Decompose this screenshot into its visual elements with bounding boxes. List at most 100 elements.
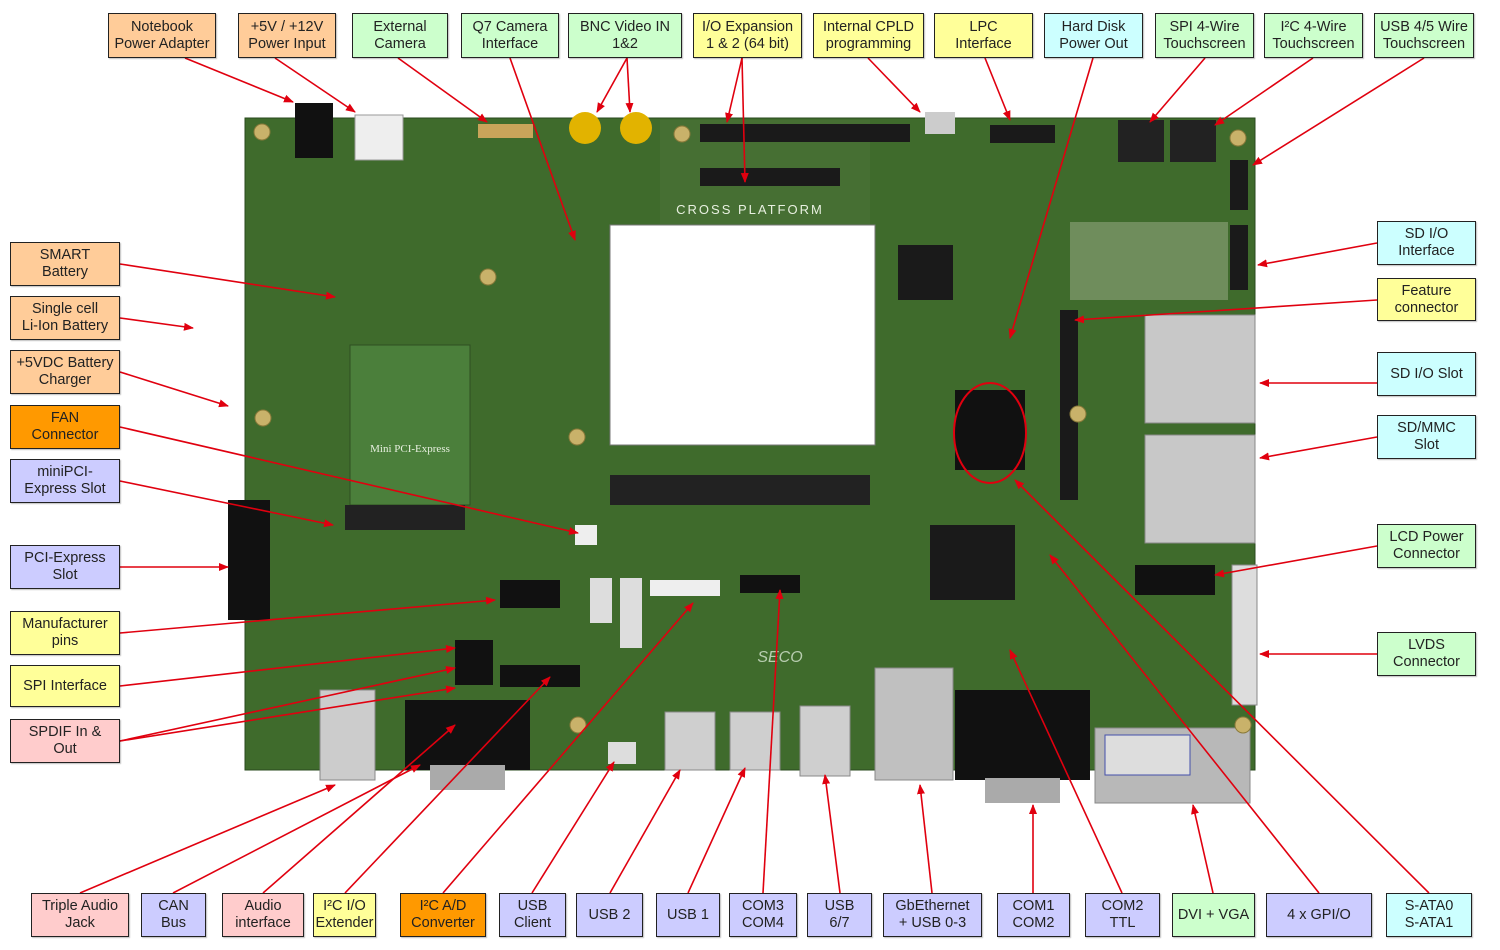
main-chip — [930, 525, 1015, 600]
callout-arrow — [1259, 436, 1378, 461]
lcd-power-header — [1135, 565, 1215, 595]
label-line: COM1 — [1012, 898, 1055, 914]
label-bnc-video-in: BNC Video IN 1&2 — [568, 13, 682, 58]
label-line: External — [373, 18, 427, 35]
label-notebook-power-adapter: Notebook Power Adapter — [108, 13, 216, 58]
label-line: I²C A/D — [419, 898, 467, 914]
label-line: FAN — [50, 410, 80, 426]
label-lvds-connector: LVDS Connector — [1377, 632, 1476, 676]
feature-header — [1060, 310, 1078, 500]
label-line: Touchscreen — [1163, 35, 1246, 52]
cpld-usb-connector — [925, 112, 955, 134]
com-db9-shell — [985, 778, 1060, 803]
label-external-camera: External Camera — [352, 13, 448, 58]
label-usb-client: USB Client — [499, 893, 566, 937]
label-triple-audio-jack: Triple Audio Jack — [31, 893, 129, 937]
label-line: COM3 — [742, 898, 784, 914]
io-expansion-2-header — [700, 168, 840, 186]
label-line: pins — [51, 633, 79, 649]
callout-arrow — [172, 764, 421, 894]
label-usb-6-7: USB 6/7 — [807, 893, 872, 937]
label-i2c-touchscreen: I²C 4-Wire Touchscreen — [1264, 13, 1363, 58]
audio-jack — [319, 689, 376, 781]
label-line: SD I/O Slot — [1390, 365, 1463, 382]
label-sd-mmc-slot: SD/MMC Slot — [1377, 415, 1476, 459]
label-line: COM2 — [1012, 915, 1055, 931]
label-q7-camera-interface: Q7 Camera Interface — [461, 13, 559, 58]
label-line: miniPCI- — [37, 464, 93, 480]
bnc-connector-2 — [620, 112, 652, 144]
ethernet-usb-connector — [874, 667, 954, 781]
label-line: Out — [53, 741, 77, 757]
spdif-header — [455, 640, 493, 685]
label-spi-interface: SPI Interface — [10, 665, 120, 707]
label-line: + USB 0-3 — [898, 915, 967, 931]
callout-arrow — [687, 767, 746, 894]
label-com2-ttl: COM2 TTL — [1085, 893, 1160, 937]
callout-arrow — [725, 57, 743, 123]
label-line: LPC — [969, 18, 998, 35]
label-com3-com4: COM3 COM4 — [729, 893, 797, 937]
label-usb-touchscreen: USB 4/5 Wire Touchscreen — [1374, 13, 1474, 58]
label-battery-charger: +5VDC Battery Charger — [10, 350, 120, 394]
callout-arrow — [609, 769, 681, 894]
label-lcd-power-connector: LCD Power Connector — [1377, 524, 1476, 568]
io-expansion-1-header — [700, 124, 910, 142]
callout-arrow — [119, 317, 194, 331]
label-line: Interface — [1398, 243, 1455, 259]
label-line: Jack — [65, 915, 95, 931]
label-lpc-interface: LPC Interface — [934, 13, 1033, 58]
label-i2c-ad-converter: I²C A/D Converter — [400, 893, 486, 937]
label-line: I/O Expansion — [701, 18, 794, 35]
label-line: SMART — [39, 247, 91, 263]
label-line: SD I/O — [1404, 226, 1449, 242]
mfg-header — [500, 580, 560, 608]
label-line: S-ATA1 — [1404, 915, 1454, 931]
label-line: CAN — [158, 898, 189, 914]
board-diagram: Mini PCI-Express CROSS PLATFORM SECO — [79, 57, 1430, 894]
pci-express-slot — [228, 500, 270, 620]
label-gbethernet-usb: GbEthernet + USB 0-3 — [883, 893, 982, 937]
label-line: Manufacturer — [22, 616, 108, 632]
board-title-silkscreen: CROSS PLATFORM — [676, 202, 824, 217]
label-line: I²C I/O — [323, 898, 366, 914]
label-line: USB — [517, 898, 548, 914]
label-line: Internal CPLD — [822, 18, 915, 35]
label-line: Connector — [1393, 546, 1460, 562]
label-line: Slot — [52, 567, 78, 583]
com-db9 — [955, 690, 1090, 780]
com3-com4-header — [740, 575, 800, 593]
label-line: S-ATA0 — [1404, 898, 1454, 914]
label-hdd-power-out: Hard Disk Power Out — [1044, 13, 1143, 58]
callout-arrow — [1252, 57, 1425, 166]
module-cutout — [609, 224, 876, 446]
label-line: Express Slot — [24, 481, 106, 497]
i2c-io-header — [500, 665, 580, 687]
label-line: TTL — [1109, 915, 1136, 931]
label-line: Slot — [1414, 437, 1439, 453]
label-sd-io-interface: SD I/O Interface — [1377, 221, 1476, 265]
label-line: programming — [825, 35, 912, 52]
label-smart-battery: SMART Battery — [10, 242, 120, 286]
label-line: BNC Video IN — [580, 18, 670, 35]
label-fan-connector: FAN Connector — [10, 405, 120, 449]
label-line: I²C 4-Wire — [1280, 18, 1347, 35]
label-feature-connector: Feature connector — [1377, 278, 1476, 321]
label-line: +5V / +12V — [250, 18, 324, 35]
label-line: Connector — [1393, 654, 1460, 670]
label-line: Battery — [42, 264, 88, 280]
label-line: SPI 4-Wire — [1169, 18, 1240, 35]
label-line: Power Out — [1059, 35, 1128, 52]
callout-arrow — [184, 57, 294, 103]
label-line: Touchscreen — [1382, 35, 1466, 52]
label-line: 6/7 — [829, 915, 850, 931]
power-connector — [354, 114, 404, 161]
label-line: 4 x GPI/O — [1287, 906, 1351, 923]
label-line: Power Adapter — [114, 35, 210, 52]
callout-arrow — [867, 57, 921, 113]
label-line: Bus — [161, 915, 186, 931]
label-line: Single cell — [31, 301, 99, 317]
callout-arrow — [625, 57, 634, 113]
usb-2-connector — [664, 711, 716, 771]
lpc-header — [990, 125, 1055, 143]
